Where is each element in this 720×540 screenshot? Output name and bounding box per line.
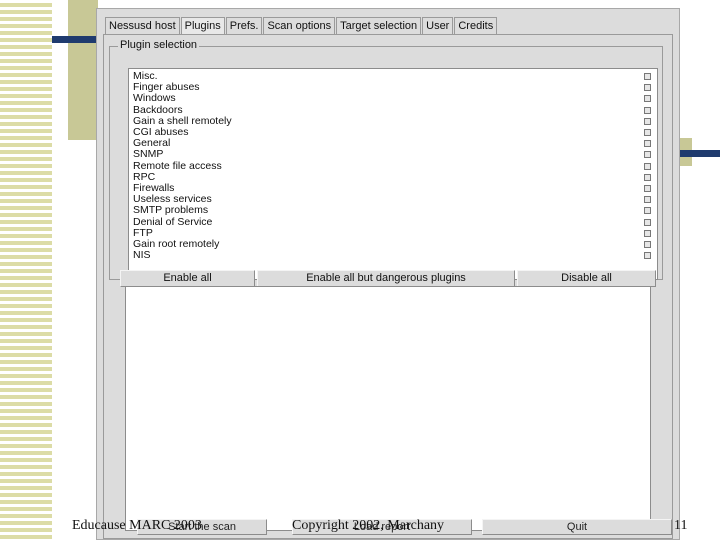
plugin-family-checkbox[interactable] (644, 162, 651, 170)
accent-bar-top (52, 36, 98, 43)
plugin-family-row[interactable]: RPC (133, 170, 657, 183)
nessus-window: Nessusd host Plugins Prefs. Scan options… (96, 8, 680, 540)
plugin-family-checkbox[interactable] (644, 252, 651, 260)
plugin-family-name: NIS (133, 249, 151, 262)
plugin-family-row[interactable]: General (133, 138, 657, 149)
plugin-family-name: Windows (133, 92, 176, 105)
plugin-family-checkbox[interactable] (644, 140, 651, 148)
plugin-family-name: CGI abuses (133, 126, 189, 139)
slide-stripe-decoration (0, 0, 52, 540)
plugin-selection-title: Plugin selection (118, 39, 200, 52)
plugin-family-name: Remote file access (133, 159, 222, 172)
plugin-family-row[interactable]: SNMP (133, 149, 657, 160)
tab-user[interactable]: User (422, 17, 454, 34)
plugin-family-name: Backdoors (133, 103, 183, 116)
plugin-family-checkbox[interactable] (644, 229, 651, 237)
disable-all-button[interactable]: Disable all (517, 270, 656, 287)
plugins-panel: Plugin selection Misc. Finger abuses Windo… (103, 34, 673, 539)
footer-page-number: 11 (674, 518, 688, 533)
footer-copyright: Copyright 2002, Marchany (292, 518, 445, 533)
plugin-family-list: Misc. Finger abuses Windows Backdoors Gain a… (128, 68, 658, 280)
plugin-family-name: RPC (133, 170, 156, 183)
plugin-family-row[interactable]: CGI abuses (133, 127, 657, 138)
plugin-family-checkbox[interactable] (644, 184, 651, 192)
plugin-family-name: Useless services (133, 193, 212, 206)
plugin-family-checkbox[interactable] (644, 95, 651, 103)
plugin-family-row[interactable]: Gain root remotely (133, 237, 657, 250)
plugin-family-name: Misc. (133, 70, 158, 83)
plugin-family-name: Gain root remotely (133, 237, 220, 250)
decor-square-top (68, 0, 98, 140)
tab-scan-options[interactable]: Scan options (263, 17, 336, 34)
plugin-family-name: Finger abuses (133, 81, 200, 94)
plugin-family-checkbox[interactable] (644, 106, 651, 114)
plugin-family-checkbox[interactable] (644, 84, 651, 92)
plugin-family-name: SMTP problems (133, 204, 209, 217)
tab-prefs[interactable]: Prefs. (225, 17, 263, 34)
footer-conference: Educause MARC 2003 (72, 518, 202, 533)
accent-bar-right (680, 150, 720, 157)
plugin-family-row[interactable]: SMTP problems (133, 205, 657, 216)
plugin-family-row[interactable]: Windows (133, 93, 657, 104)
plugin-family-row[interactable]: Gain a shell remotely (133, 114, 657, 127)
plugin-family-name: Gain a shell remotely (133, 114, 232, 127)
enable-all-button[interactable]: Enable all (120, 270, 255, 287)
plugin-family-row[interactable]: Misc. (133, 71, 657, 82)
plugin-info-area[interactable] (125, 286, 651, 531)
tab-nessusd-host[interactable]: Nessusd host (105, 17, 180, 34)
plugin-family-checkbox[interactable] (644, 218, 651, 226)
plugin-family-name: Denial of Service (133, 215, 213, 228)
tab-plugins[interactable]: Plugins (180, 17, 225, 34)
tab-target-selection[interactable]: Target selection (336, 17, 422, 34)
enable-all-but-dangerous-button[interactable]: Enable all but dangerous plugins (257, 270, 515, 287)
tab-bar: Nessusd host Plugins Prefs. Scan options… (105, 17, 498, 34)
plugin-selection-group: Plugin selection Misc. Finger abuses Windo… (109, 39, 663, 280)
plugin-family-row[interactable]: NIS (133, 250, 657, 261)
plugin-family-checkbox[interactable] (644, 240, 651, 248)
quit-button[interactable]: Quit (482, 519, 672, 535)
plugin-family-checkbox[interactable] (644, 117, 651, 125)
plugin-family-row[interactable]: Finger abuses (133, 82, 657, 93)
plugin-family-checkbox[interactable] (644, 151, 651, 159)
plugin-family-name: General (133, 137, 171, 150)
plugin-family-checkbox[interactable] (644, 73, 651, 81)
plugin-family-row[interactable]: Denial of Service (133, 216, 657, 227)
plugin-family-checkbox[interactable] (644, 207, 651, 215)
plugin-family-checkbox[interactable] (644, 173, 651, 181)
plugin-family-name: SNMP (133, 148, 164, 161)
plugin-family-row[interactable]: Remote file access (133, 159, 657, 172)
tab-credits[interactable]: Credits (454, 17, 498, 34)
plugin-family-row[interactable]: Useless services (133, 194, 657, 205)
plugin-family-checkbox[interactable] (644, 196, 651, 204)
plugin-family-checkbox[interactable] (644, 129, 651, 137)
